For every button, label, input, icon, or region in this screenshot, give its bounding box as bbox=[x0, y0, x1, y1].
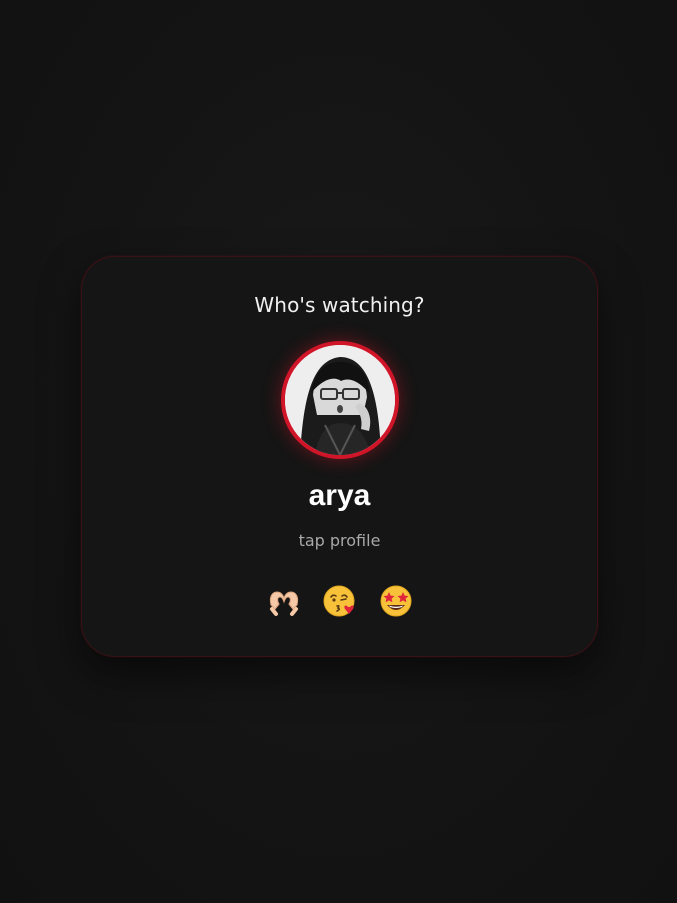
face-blowing-kiss-icon[interactable] bbox=[322, 583, 358, 619]
heart-hands-icon[interactable] bbox=[266, 583, 302, 619]
tap-profile-hint: tap profile bbox=[298, 531, 381, 550]
profile-avatar[interactable] bbox=[281, 341, 399, 459]
dialog-title: Who's watching? bbox=[254, 293, 425, 317]
star-struck-icon[interactable] bbox=[378, 583, 414, 619]
reaction-row bbox=[82, 583, 597, 619]
profile-picker-card: Who's watching? arya tap profile bbox=[81, 256, 598, 657]
avatar-illustration bbox=[285, 345, 395, 455]
profile-name[interactable]: arya bbox=[82, 479, 597, 513]
